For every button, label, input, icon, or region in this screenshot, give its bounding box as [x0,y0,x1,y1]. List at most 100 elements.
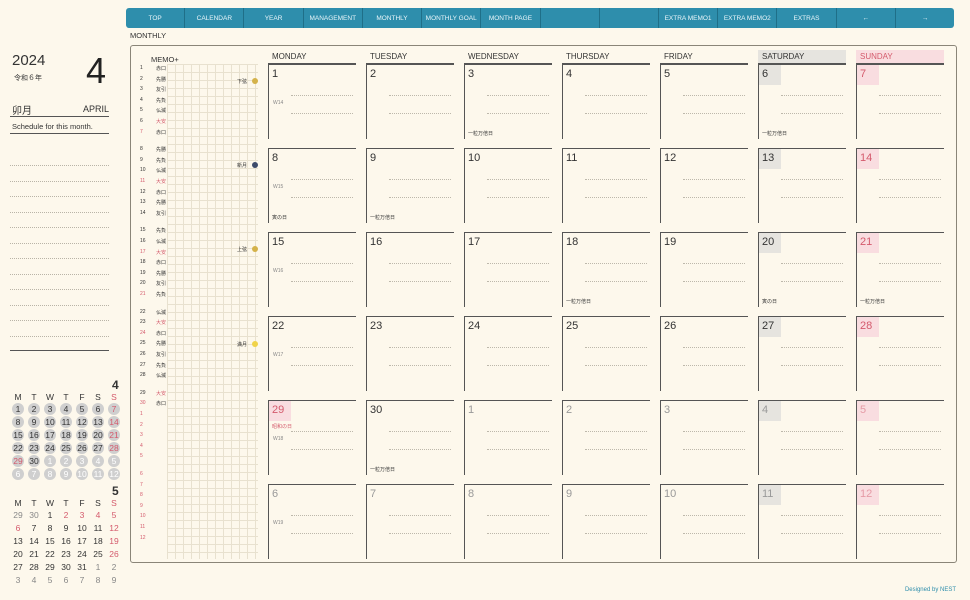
mini-cal-day[interactable]: 13 [10,535,26,547]
mini-cal-day[interactable]: 8 [44,467,56,480]
mini-cal-day[interactable]: 9 [60,467,72,480]
day-cell[interactable]: 3 一粒万倍日 [464,64,552,139]
day-cell[interactable]: 5 [660,64,748,139]
mini-cal-day[interactable]: 19 [106,535,122,547]
mini-cal-day[interactable]: 21 [26,548,42,560]
mini-cal-day[interactable]: 14 [108,415,120,428]
mini-cal-day[interactable]: 15 [12,428,24,441]
day-cell[interactable]: 1 [464,400,552,475]
mini-cal-day[interactable]: 12 [108,467,120,480]
mini-cal-day[interactable]: 23 [58,548,74,560]
mini-cal-day[interactable]: 10 [76,467,88,480]
mini-cal-day[interactable]: 30 [28,454,40,467]
day-cell[interactable]: 25 [562,316,650,391]
mini-cal-day[interactable]: 18 [90,535,106,547]
mini-cal-day[interactable]: 5 [106,509,122,521]
mini-cal-day[interactable]: 28 [26,561,42,573]
nav-calendar-button[interactable]: CALENDAR [185,8,245,28]
mini-cal-day[interactable]: 8 [90,574,106,586]
mini-cal-day[interactable]: 28 [108,441,120,454]
day-cell[interactable]: 12 [856,484,944,559]
mini-cal-day[interactable]: 9 [58,522,74,534]
mini-cal-day[interactable]: 1 [42,509,58,521]
day-cell[interactable]: 8 W15 寅の日 [268,148,356,223]
day-cell[interactable]: 8 [464,484,552,559]
mini-cal-day[interactable]: 25 [90,548,106,560]
mini-cal-day[interactable]: 7 [28,467,40,480]
mini-cal-day[interactable]: 29 [10,509,26,521]
day-cell[interactable]: 10 [464,148,552,223]
day-cell[interactable]: 2 [366,64,454,139]
mini-cal-day[interactable]: 9 [106,574,122,586]
day-cell[interactable]: 28 [856,316,944,391]
nav-prev-button[interactable]: ← [837,8,896,28]
day-cell[interactable]: 4 [562,64,650,139]
day-cell[interactable]: 14 [856,148,944,223]
mini-cal-day[interactable]: 20 [10,548,26,560]
day-cell[interactable]: 30 一粒万倍日 [366,400,454,475]
day-cell[interactable]: 21 一粒万倍日 [856,232,944,307]
mini-cal-day[interactable]: 13 [92,415,104,428]
mini-cal-day[interactable]: 4 [90,509,106,521]
day-cell[interactable]: 15 W16 [268,232,356,307]
day-cell[interactable]: 18 一粒万倍日 [562,232,650,307]
day-cell[interactable]: 26 [660,316,748,391]
mini-cal-day[interactable]: 1 [44,454,56,467]
mini-cal-day[interactable]: 30 [26,509,42,521]
nav-blank-1-button[interactable] [541,8,600,28]
mini-cal-day[interactable]: 4 [26,574,42,586]
mini-cal-day[interactable]: 3 [76,454,88,467]
memo-grid[interactable] [167,64,258,559]
mini-cal-day[interactable]: 1 [12,402,24,415]
mini-cal-day[interactable]: 6 [58,574,74,586]
day-cell[interactable]: 1 W14 [268,64,356,139]
mini-cal-day[interactable]: 5 [76,402,88,415]
mini-cal-day[interactable]: 7 [26,522,42,534]
nav-top-button[interactable]: TOP [126,8,186,28]
mini-cal-day[interactable]: 17 [44,428,56,441]
mini-cal-day[interactable]: 16 [58,535,74,547]
mini-cal-day[interactable]: 25 [60,441,72,454]
mini-cal-day[interactable]: 2 [106,561,122,573]
mini-cal-day[interactable]: 29 [12,454,24,467]
mini-cal-day[interactable]: 22 [12,441,24,454]
mini-cal-day[interactable]: 5 [42,574,58,586]
day-cell[interactable]: 23 [366,316,454,391]
mini-cal-day[interactable]: 12 [106,522,122,534]
mini-cal-day[interactable]: 6 [12,467,24,480]
mini-cal-day[interactable]: 27 [92,441,104,454]
mini-cal-day[interactable]: 21 [108,428,120,441]
mini-cal-day[interactable]: 29 [42,561,58,573]
day-cell[interactable]: 9 [562,484,650,559]
day-cell[interactable]: 20 寅の日 [758,232,846,307]
day-cell[interactable]: 27 [758,316,846,391]
mini-cal-day[interactable]: 7 [74,574,90,586]
nav-monthly-button[interactable]: MONTHLY [363,8,423,28]
day-cell[interactable]: 12 [660,148,748,223]
day-cell[interactable]: 5 [856,400,944,475]
mini-cal-day[interactable]: 23 [28,441,40,454]
mini-cal-day[interactable]: 22 [42,548,58,560]
mini-cal-day[interactable]: 11 [92,467,104,480]
day-cell[interactable]: 17 [464,232,552,307]
mini-cal-day[interactable]: 30 [58,561,74,573]
mini-cal-day[interactable]: 3 [10,574,26,586]
nav-blank-2-button[interactable] [600,8,659,28]
day-cell[interactable]: 7 [856,64,944,139]
mini-cal-day[interactable]: 1 [90,561,106,573]
mini-cal-day[interactable]: 8 [42,522,58,534]
day-cell[interactable]: 3 [660,400,748,475]
mini-cal-day[interactable]: 5 [108,454,120,467]
day-cell[interactable]: 10 [660,484,748,559]
mini-cal-day[interactable]: 20 [92,428,104,441]
mini-cal-day[interactable]: 26 [76,441,88,454]
mini-cal-day[interactable]: 8 [12,415,24,428]
nav-extras-button[interactable]: EXTRAS [777,8,837,28]
mini-cal-day[interactable]: 15 [42,535,58,547]
day-cell[interactable]: 6 W19 [268,484,356,559]
day-cell[interactable]: 19 [660,232,748,307]
mini-cal-day[interactable]: 3 [44,402,56,415]
mini-cal-day[interactable]: 4 [92,454,104,467]
mini-cal-day[interactable]: 31 [74,561,90,573]
nav-extra-memo1-button[interactable]: EXTRA MEMO1 [659,8,719,28]
